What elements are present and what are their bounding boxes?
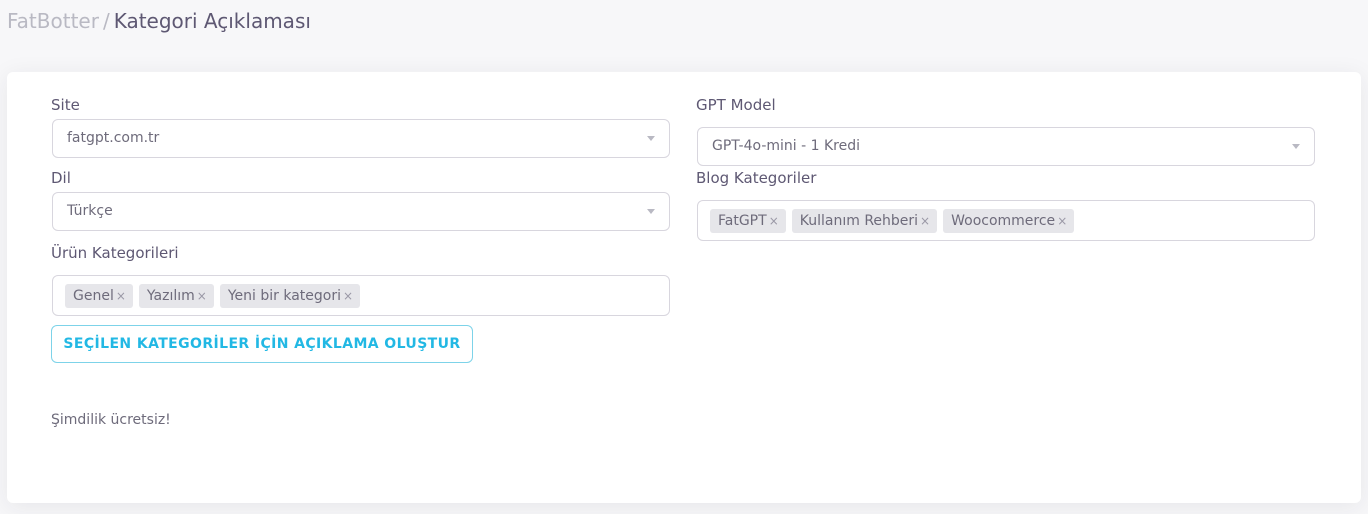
site-select[interactable]: fatgpt.com.tr [52,119,670,158]
product-categories-label: Ürün Kategorileri [51,244,179,262]
tag-yeni-bir-kategori: Yeni bir kategori × [219,283,361,308]
tag-fatgpt: FatGPT × [710,208,786,233]
breadcrumb: FatBotter / Kategori Açıklaması [7,8,311,34]
close-icon[interactable]: × [343,289,353,303]
site-label: Site [51,96,80,114]
blog-categories-multiselect[interactable]: FatGPT × Kullanım Rehberi × Woocommerce × [697,200,1315,241]
tag-yazilim: Yazılım × [138,283,214,308]
site-select-value: fatgpt.com.tr [67,130,160,146]
page-title: Kategori Açıklaması [113,9,311,33]
tag-label: Kullanım Rehberi [799,212,919,229]
close-icon[interactable]: × [769,214,779,228]
generate-description-button[interactable]: SEÇİLEN KATEGORİLER İÇİN AÇIKLAMA OLUŞTU… [51,325,473,363]
breadcrumb-root[interactable]: FatBotter [7,9,99,33]
language-select-value: Türkçe [67,203,113,219]
tag-label: Yazılım [146,287,195,304]
gpt-model-select[interactable]: GPT-4o-mini - 1 Kredi [697,127,1315,166]
language-label: Dil [51,169,71,187]
tag-woocommerce: Woocommerce × [943,208,1075,233]
gpt-model-select-value: GPT-4o-mini - 1 Kredi [712,138,861,154]
gpt-model-label: GPT Model [696,96,776,114]
close-icon[interactable]: × [116,289,126,303]
close-icon[interactable]: × [1057,214,1067,228]
tag-label: Woocommerce [951,212,1056,229]
tag-label: FatGPT [718,212,767,229]
breadcrumb-separator: / [102,9,110,33]
close-icon[interactable]: × [920,214,930,228]
chevron-down-icon [647,209,655,214]
form-card: Site fatgpt.com.tr Dil Türkçe Ürün Kateg… [7,72,1361,503]
blog-categories-label: Blog Kategoriler [696,169,817,187]
free-note: Şimdilik ücretsiz! [51,412,171,428]
close-icon[interactable]: × [197,289,207,303]
tag-genel: Genel × [65,283,133,308]
chevron-down-icon [1292,144,1300,149]
tag-label: Yeni bir kategori [227,287,341,304]
tag-label: Genel [73,287,114,304]
language-select[interactable]: Türkçe [52,192,670,231]
tag-kullanim-rehberi: Kullanım Rehberi × [791,208,938,233]
chevron-down-icon [647,136,655,141]
product-categories-multiselect[interactable]: Genel × Yazılım × Yeni bir kategori × [52,275,670,316]
